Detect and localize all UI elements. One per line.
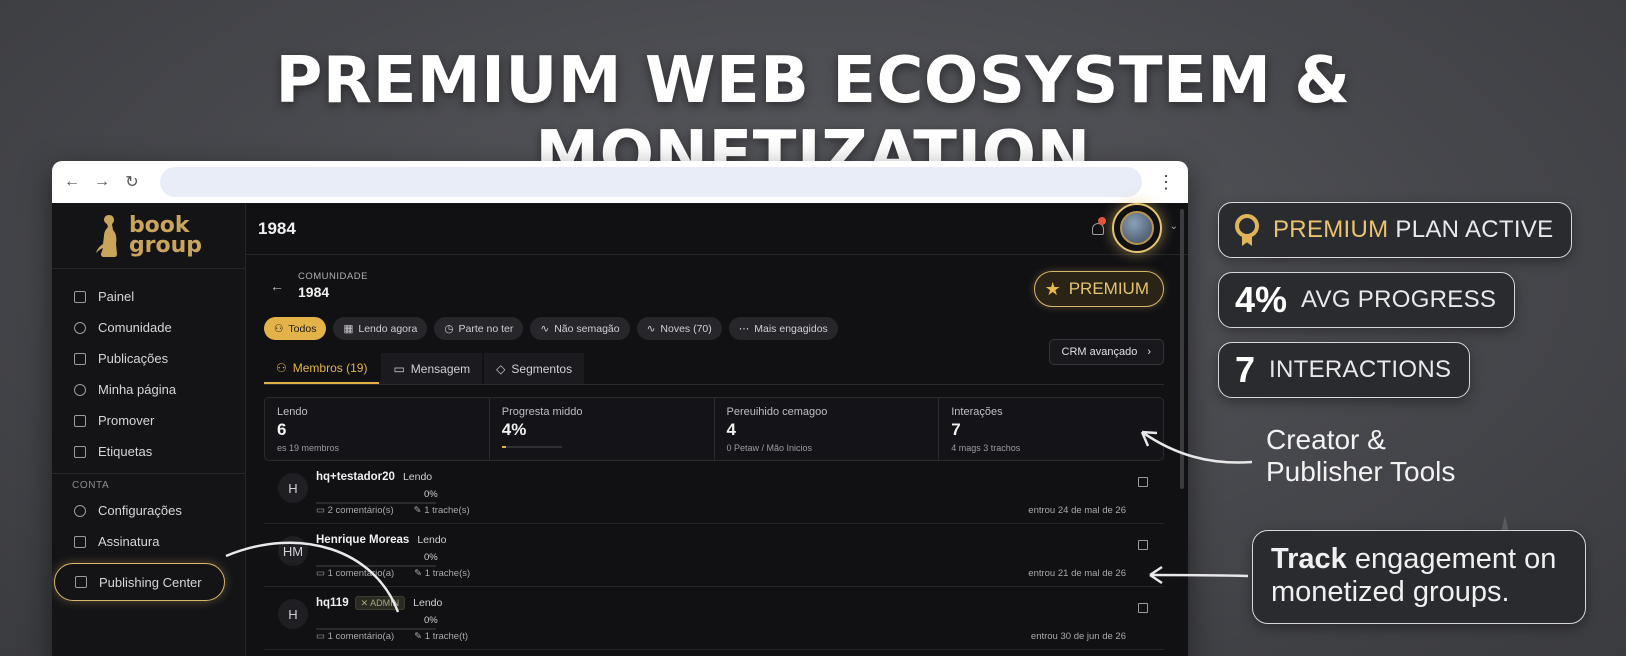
trechos-count: ✎ 1 trache(s)	[413, 505, 470, 516]
book-icon: ▦	[343, 322, 354, 335]
tag-icon: ◇	[496, 361, 506, 376]
flag-icon[interactable]	[1138, 540, 1148, 550]
creator-callout: Creator & Publisher Tools	[1266, 424, 1456, 487]
book-icon	[75, 576, 87, 588]
tab-segmentos[interactable]: ◇ Segmentos	[484, 353, 585, 384]
sidebar-item-promover[interactable]: Promover	[52, 405, 245, 436]
comments-count: ▭ 1 comentário(a)	[316, 568, 395, 579]
activity-icon: ∿	[540, 322, 550, 335]
browser-toolbar: ← → ↻ ⋮	[52, 161, 1188, 203]
sidebar-item-assinatura[interactable]: Assinatura	[52, 526, 245, 557]
avg-progress-pill: 4% AVG PROGRESS	[1218, 272, 1516, 328]
progress-bar	[316, 628, 436, 630]
logo[interactable]: book group	[52, 203, 245, 269]
interactions-pill: 7 INTERACTIONS	[1218, 342, 1471, 398]
stat-progress: Progresta middo 4%	[490, 398, 715, 460]
chip-nao-semagao[interactable]: ∿ Não semagão	[530, 317, 630, 340]
app-shell: book group Painel Comunidade Publicações…	[52, 203, 1188, 656]
flag-icon[interactable]	[1138, 477, 1148, 487]
sidebar-item-painel[interactable]: Painel	[52, 281, 245, 312]
users-icon	[74, 321, 86, 334]
browser-window: ← → ↻ ⋮ book group Painel Comunidade Pub…	[52, 161, 1188, 656]
meerkat-logo-icon	[95, 214, 117, 257]
avatar: H	[278, 473, 308, 503]
chip-lendo-agora[interactable]: ▦ Lendo agora	[333, 317, 428, 340]
avatar	[1120, 211, 1154, 245]
avatar: HM	[278, 536, 308, 566]
chevron-down-icon[interactable]: ⌄	[1170, 221, 1178, 232]
sidebar-item-publishing-center[interactable]: Publishing Center	[54, 563, 225, 601]
star-icon: ★	[1044, 278, 1061, 299]
community-name: 1984	[298, 284, 330, 300]
back-icon[interactable]: ←	[270, 278, 284, 294]
trechos-count: ✎ 1 trache(t)	[414, 631, 469, 642]
logo-wordmark: book group	[128, 212, 203, 258]
progress-bar	[501, 446, 562, 448]
sidebar-item-publicacoes[interactable]: Publicações	[52, 343, 245, 374]
scrollbar[interactable]	[1180, 209, 1184, 489]
topbar: 1984	[246, 203, 1188, 255]
address-bar[interactable]	[160, 167, 1142, 197]
back-arrow-icon[interactable]: ←	[64, 173, 80, 191]
dots-icon: ⋯	[738, 322, 750, 335]
main-content: 1984 ⌄ ← COMUNIDADE 1984 ★ PREMIUM ⚇ Todo…	[246, 203, 1188, 656]
gear-icon	[74, 504, 86, 517]
users-icon: ⚇	[274, 322, 284, 335]
chip-todos[interactable]: ⚇ Todos	[264, 317, 327, 340]
page-title: 1984	[258, 218, 296, 238]
comments-count: ▭ 2 comentário(s)	[316, 505, 394, 516]
document-icon	[74, 352, 86, 365]
browser-menu-icon[interactable]: ⋮	[1156, 172, 1176, 193]
tab-mensagem[interactable]: ▭ Mensagem	[381, 353, 483, 384]
tag-icon	[74, 445, 86, 458]
track-callout: Track engagement on monetized groups.	[1252, 530, 1586, 624]
breadcrumb: ← COMUNIDADE 1984	[270, 271, 368, 300]
card-icon	[74, 535, 86, 548]
stat-interacoes: Interações 7 4 mags 3 trachos	[951, 406, 1021, 453]
tab-bar: ⚇ Membros (19) ▭ Mensagem ◇ Segmentos	[264, 353, 1164, 385]
sidebar-item-etiquetas[interactable]: Etiquetas	[52, 436, 245, 467]
progress-bar	[316, 565, 436, 567]
megaphone-icon	[74, 414, 86, 427]
sidebar-item-minha-pagina[interactable]: Minha página	[52, 374, 245, 405]
premium-plan-pill: PREMIUM PLAN ACTIVE	[1218, 202, 1573, 258]
table-row[interactable]: H hq+testador20 Lendo 0% ▭ 2 comentário(s…	[264, 461, 1164, 524]
sidebar-section-conta: CONTA	[52, 473, 245, 495]
tab-membros[interactable]: ⚇ Membros (19)	[264, 353, 380, 384]
sidebar-nav: Painel Comunidade Publicações Minha pági…	[52, 269, 245, 601]
stat-pereuihido: Pereuihido cemagoo 4 0 Petaw / Mão Inici…	[715, 398, 940, 460]
breadcrumb-section: COMUNIDADE	[298, 271, 368, 282]
stat-lendo: Lendo 6 es 19 membros	[265, 398, 490, 460]
medal-icon	[1235, 214, 1259, 246]
users-icon: ⚇	[276, 360, 287, 375]
sidebar: book group Painel Comunidade Publicações…	[52, 203, 246, 656]
forward-arrow-icon[interactable]: →	[94, 173, 110, 191]
clock-icon: ◷	[444, 322, 454, 335]
premium-badge[interactable]: ★ PREMIUM	[1033, 271, 1164, 307]
filter-chips: ⚇ Todos ▦ Lendo agora ◷ Parte no ter ∿ Não s…	[264, 317, 838, 340]
member-list: H hq+testador20 Lendo 0% ▭ 2 comentário(s…	[264, 461, 1164, 650]
sidebar-item-comunidade[interactable]: Comunidade	[52, 312, 245, 343]
flag-icon[interactable]	[1138, 603, 1148, 613]
chip-noves[interactable]: ∿ Noves (70)	[636, 317, 722, 340]
globe-icon	[74, 383, 86, 396]
notification-badge	[1098, 217, 1106, 225]
table-row[interactable]: H hq119 ✕ ADMIN Lendo 0% ▭ 1 comentário(a)…	[264, 587, 1164, 650]
chip-parte-no-ter[interactable]: ◷ Parte no ter	[434, 317, 524, 340]
message-icon: ▭	[393, 361, 405, 376]
stats-panel: Lendo 6 es 19 membros Progresta middo 4%…	[264, 397, 1164, 461]
progress-bar	[316, 502, 436, 504]
avatar-button[interactable]	[1112, 203, 1162, 253]
reload-icon[interactable]: ↻	[124, 172, 140, 192]
trechos-count: ✎ 1 trache(s)	[414, 568, 471, 579]
pulse-icon: ∿	[646, 322, 656, 335]
comments-count: ▭ 1 comentário(a)	[316, 631, 395, 642]
table-row[interactable]: HM Henrique Moreas Lendo 0% ▭ 1 comentári…	[264, 524, 1164, 587]
chip-mais-engagidos[interactable]: ⋯ Mais engagidos	[728, 317, 838, 340]
admin-badge: ✕ ADMIN	[354, 596, 406, 610]
grid-icon	[74, 290, 86, 303]
sidebar-item-configuracoes[interactable]: Configurações	[52, 495, 245, 526]
avatar: H	[278, 599, 308, 629]
